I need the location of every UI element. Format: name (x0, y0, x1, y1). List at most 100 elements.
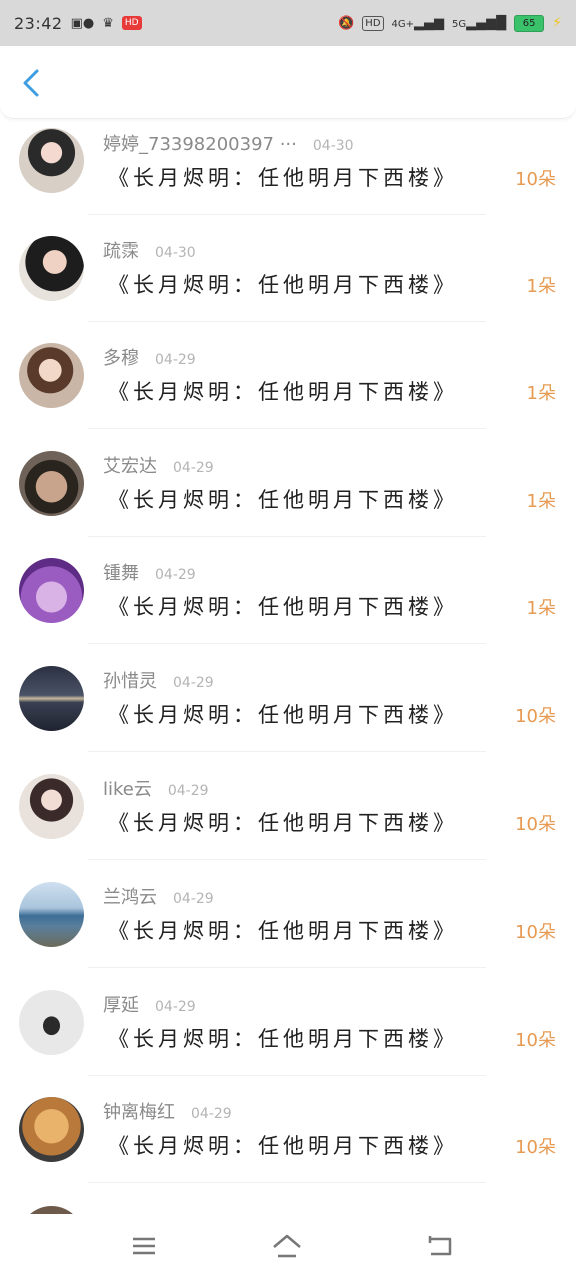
item-date: 04-29 (155, 567, 196, 583)
user-name: 孙惜灵 (103, 671, 157, 692)
list-item[interactable]: 兰鸿云 04-29 《长月烬明：任他明月下西楼》 10朵 (0, 871, 576, 978)
item-date: 04-29 (155, 999, 196, 1015)
item-meta: 婷婷_73398200397 ··· 04-30 (103, 130, 354, 156)
return-button[interactable] (423, 1231, 457, 1261)
back-button[interactable] (18, 68, 44, 98)
list-item[interactable]: 锺舞 04-29 《长月烬明：任他明月下西楼》 1朵 (0, 547, 576, 654)
item-message: 《长月烬明：任他明月下西楼》 (108, 1027, 458, 1051)
item-message: 《长月烬明：任他明月下西楼》 (108, 166, 458, 190)
avatar (19, 558, 84, 623)
user-name: 艾宏达 (103, 456, 157, 477)
gift-count: 10朵 (515, 922, 556, 943)
status-time: 23:42 (14, 13, 63, 33)
divider (88, 643, 486, 644)
user-name: 厚延 (103, 995, 139, 1016)
item-message: 《长月烬明：任他明月下西楼》 (108, 1134, 458, 1158)
avatar (19, 774, 84, 839)
home-icon (273, 1234, 301, 1258)
list-item[interactable]: 钟离梅红 04-29 《长月烬明：任他明月下西楼》 10朵 (0, 1086, 576, 1193)
app-badge-icon: HD (121, 16, 142, 30)
crown-icon: ♛ (102, 15, 114, 31)
avatar (19, 236, 84, 301)
gift-record-list: 婷婷_73398200397 ··· 04-30 《长月烬明：任他明月下西楼》 … (0, 118, 576, 1214)
gift-count: 1朵 (526, 276, 556, 297)
item-message: 《长月烬明：任他明月下西楼》 (108, 703, 458, 727)
avatar (19, 1097, 84, 1162)
list-item[interactable] (0, 1194, 576, 1214)
item-date: 04-29 (173, 891, 214, 907)
return-icon (428, 1236, 452, 1256)
battery-icon: 65 (514, 14, 545, 32)
avatar (19, 451, 84, 516)
divider (88, 751, 486, 752)
hd-icon: HD (362, 15, 384, 31)
gift-count: 10朵 (515, 814, 556, 835)
user-name: 多穆 (103, 348, 139, 369)
gift-count: 10朵 (515, 706, 556, 727)
user-name: 锺舞 (103, 563, 139, 584)
user-name: 婷婷_73398200397 ··· (103, 134, 297, 155)
item-meta: 疏霂 04-30 (103, 237, 196, 263)
avatar (19, 666, 84, 731)
avatar (19, 990, 84, 1055)
list-item[interactable]: like云 04-29 《长月烬明：任他明月下西楼》 10朵 (0, 763, 576, 870)
list-item[interactable]: 艾宏达 04-29 《长月烬明：任他明月下西楼》 1朵 (0, 440, 576, 547)
list-item[interactable]: 孙惜灵 04-29 《长月烬明：任他明月下西楼》 10朵 (0, 655, 576, 762)
divider (88, 1182, 486, 1183)
item-date: 04-30 (155, 245, 196, 261)
gift-count: 1朵 (526, 383, 556, 404)
item-message: 《长月烬明：任他明月下西楼》 (108, 380, 458, 404)
divider (88, 859, 486, 860)
signal-5g-icon: 5G▂▄▆█ (452, 15, 507, 31)
item-message: 《长月烬明：任他明月下西楼》 (108, 595, 458, 619)
charging-icon: ⚡ (552, 15, 562, 31)
item-message: 《长月烬明：任他明月下西楼》 (108, 273, 458, 297)
item-meta: 钟离梅红 04-29 (103, 1098, 232, 1124)
network-4g-label: 4G+ (391, 18, 415, 30)
network-5g-label: 5G (452, 18, 467, 30)
item-date: 04-29 (167, 783, 209, 799)
item-meta: 锺舞 04-29 (103, 559, 196, 585)
divider (88, 321, 486, 322)
item-meta: 艾宏达 04-29 (103, 452, 214, 478)
item-meta: 厚延 04-29 (103, 991, 196, 1017)
avatar (19, 1206, 84, 1214)
list-item[interactable]: 多穆 04-29 《长月烬明：任他明月下西楼》 1朵 (0, 332, 576, 439)
item-date: 04-30 (312, 138, 354, 154)
item-date: 04-29 (173, 675, 214, 691)
gift-count: 1朵 (526, 598, 556, 619)
gift-count: 1朵 (526, 491, 556, 512)
signal-4g-icon: 4G+▂▄▆ (391, 15, 445, 31)
mute-icon: 🔕 (338, 15, 355, 31)
divider (88, 967, 486, 968)
divider (88, 1075, 486, 1076)
divider (88, 214, 486, 215)
avatar (19, 343, 84, 408)
divider (88, 536, 486, 537)
header (0, 46, 576, 119)
item-date: 04-29 (191, 1106, 232, 1122)
list-item[interactable]: 厚延 04-29 《长月烬明：任他明月下西楼》 10朵 (0, 979, 576, 1086)
notification-icon: ▣● (70, 15, 95, 31)
item-date: 04-29 (173, 460, 214, 476)
item-meta: like云 04-29 (103, 775, 209, 801)
status-bar-left: 23:42 ▣● ♛ HD (14, 14, 142, 33)
list-item[interactable]: 疏霂 04-30 《长月烬明：任他明月下西楼》 1朵 (0, 225, 576, 332)
menu-button[interactable] (127, 1231, 161, 1261)
divider (88, 428, 486, 429)
list-item[interactable]: 婷婷_73398200397 ··· 04-30 《长月烬明：任他明月下西楼》 … (0, 118, 576, 225)
user-name: 兰鸿云 (103, 887, 157, 908)
gift-count: 10朵 (515, 169, 556, 190)
avatar (19, 128, 84, 193)
chevron-left-icon (23, 69, 39, 97)
home-button[interactable] (270, 1231, 304, 1261)
system-navigation-bar (0, 1214, 576, 1280)
user-name: like云 (103, 779, 152, 800)
item-meta: 多穆 04-29 (103, 344, 196, 370)
gift-count: 10朵 (515, 1030, 556, 1051)
battery-level: 65 (522, 17, 536, 29)
user-name: 钟离梅红 (103, 1102, 175, 1123)
item-message: 《长月烬明：任他明月下西楼》 (108, 919, 458, 943)
gift-count: 10朵 (515, 1137, 556, 1158)
menu-icon (133, 1237, 155, 1255)
